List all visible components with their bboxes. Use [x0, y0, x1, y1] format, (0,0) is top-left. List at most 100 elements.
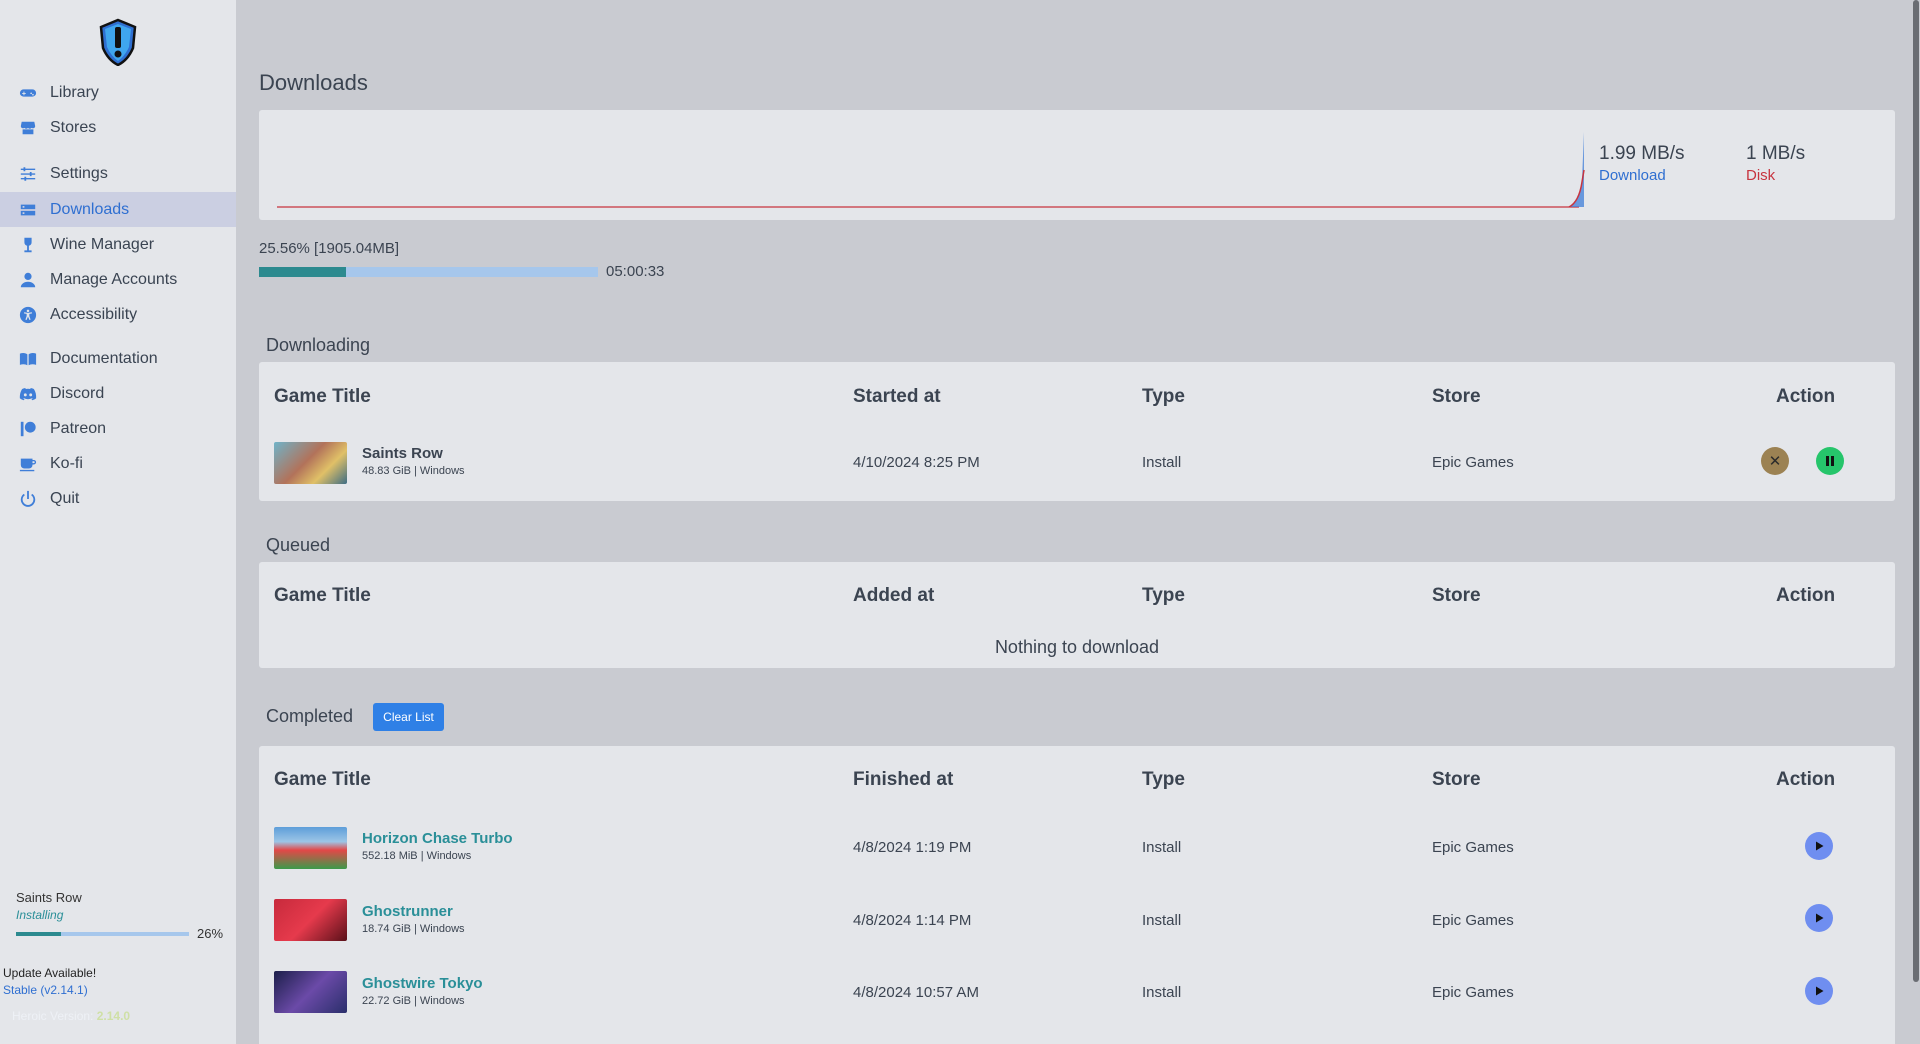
disk-speed-value: 1 MB/s	[1746, 143, 1806, 164]
downloading-section-title: Downloading	[266, 335, 371, 355]
col-action: Action	[1776, 585, 1836, 606]
queued-section-title: Queued	[266, 535, 331, 555]
downloading-table: Game Title Started at Type Store Action …	[259, 362, 1895, 501]
sidebar-item-settings[interactable]: Settings	[0, 156, 236, 191]
game-size-platform: 22.72 GiB | Windows	[362, 995, 465, 1007]
sidebar-item-patreon[interactable]: Patreon	[0, 411, 236, 446]
disk-speed-label: Disk	[1746, 167, 1776, 184]
store-value: Epic Games	[1432, 839, 1514, 856]
sidebar-item-stores[interactable]: Stores	[0, 110, 236, 145]
sidebar-item-label: Downloads	[50, 200, 130, 218]
discord-icon	[18, 384, 38, 404]
store-value: Epic Games	[1432, 454, 1514, 471]
horizon-chase-turbo-thumbnail	[274, 827, 347, 869]
play-button[interactable]	[1805, 977, 1833, 1005]
type-value: Install	[1142, 454, 1182, 471]
current-download-progress-fill	[16, 931, 61, 936]
col-store: Store	[1432, 769, 1481, 790]
col-action: Action	[1776, 386, 1836, 407]
update-link[interactable]: Stable (v2.14.1)	[3, 983, 88, 997]
sidebar-item-label: Patreon	[50, 419, 107, 437]
download-eta: 05:00:33	[606, 263, 665, 280]
disk-speed-stat: 1 MB/s Disk	[1746, 143, 1805, 184]
sidebar-item-label: Ko-fi	[50, 454, 83, 472]
game-title-link[interactable]: Ghostrunner	[362, 903, 453, 920]
download-progress-text: 25.56% [1905.04MB]	[259, 240, 400, 257]
play-icon	[1816, 913, 1824, 923]
type-value: Install	[1142, 984, 1182, 1001]
col-finished-at: Finished at	[853, 769, 954, 790]
pause-download-button[interactable]	[1816, 447, 1844, 475]
col-type: Type	[1142, 585, 1185, 606]
col-type: Type	[1142, 769, 1185, 790]
update-available-text: Update Available!	[3, 966, 97, 980]
sidebar-item-discord[interactable]: Discord	[0, 376, 236, 411]
pause-icon	[1826, 456, 1834, 466]
book-icon	[18, 349, 38, 369]
type-value: Install	[1142, 912, 1182, 929]
sidebar-item-label: Manage Accounts	[50, 270, 178, 288]
current-download-title: Saints Row	[16, 890, 82, 905]
cancel-download-button[interactable]: ✕	[1761, 447, 1789, 475]
type-value: Install	[1142, 839, 1182, 856]
store-value: Epic Games	[1432, 912, 1514, 929]
store-icon	[18, 118, 38, 138]
col-game-title: Game Title	[274, 769, 371, 790]
sidebar-item-documentation[interactable]: Documentation	[0, 341, 236, 376]
play-icon	[1816, 841, 1824, 851]
finished-at-value: 4/8/2024 10:57 AM	[853, 984, 979, 1001]
sidebar-item-label: Library	[50, 83, 99, 101]
sidebar-item-label: Discord	[50, 384, 105, 402]
sidebar-item-label: Wine Manager	[50, 235, 155, 253]
sidebar-item-label: Stores	[50, 118, 97, 136]
clear-list-button[interactable]: Clear List	[373, 703, 444, 731]
ghostrunner-thumbnail	[274, 899, 347, 941]
close-icon: ✕	[1768, 452, 1782, 470]
col-action: Action	[1776, 769, 1836, 790]
sidebar-item-label: Accessibility	[50, 305, 138, 323]
downloads-icon	[18, 200, 38, 220]
sliders-icon	[18, 164, 38, 184]
version-info: Heroic Version: 2.14.0	[12, 1009, 130, 1023]
sidebar-item-downloads[interactable]: Downloads	[0, 192, 236, 227]
col-added-at: Added at	[853, 585, 935, 606]
gamepad-icon	[18, 83, 38, 103]
download-graph-panel: 1.99 MB/s Download 1 MB/s Disk	[259, 110, 1895, 220]
game-size-platform: 18.74 GiB | Windows	[362, 923, 465, 935]
game-size-platform: 552.18 MiB | Windows	[362, 850, 472, 862]
scrollbar[interactable]	[1911, 0, 1920, 1044]
current-download-percent: 26%	[197, 926, 224, 941]
download-progress-fill	[259, 267, 346, 277]
download-speed-stat: 1.99 MB/s Download	[1599, 143, 1685, 184]
sidebar-item-label: Settings	[50, 164, 108, 182]
play-button[interactable]	[1805, 904, 1833, 932]
col-store: Store	[1432, 386, 1481, 407]
game-title-link[interactable]: Ghostwire Tokyo	[362, 975, 483, 992]
sidebar-item-quit[interactable]: Quit	[0, 481, 236, 516]
current-download-widget[interactable]: Saints Row Installing 26%	[16, 890, 226, 941]
sidebar-item-library[interactable]: Library	[0, 75, 236, 110]
sidebar-item-label: Quit	[50, 489, 80, 507]
coffee-icon	[18, 454, 38, 474]
sidebar-item-label: Documentation	[50, 349, 158, 367]
started-at-value: 4/10/2024 8:25 PM	[853, 454, 980, 471]
ghostwire-tokyo-thumbnail	[274, 971, 347, 1013]
user-icon	[18, 270, 38, 290]
heroic-logo[interactable]	[98, 18, 138, 66]
completed-section-title: Completed	[266, 706, 354, 726]
sidebar-item-kofi[interactable]: Ko-fi	[0, 446, 236, 481]
col-game-title: Game Title	[274, 386, 371, 407]
play-icon	[1816, 986, 1824, 996]
wine-icon	[18, 235, 38, 255]
patreon-icon	[18, 419, 38, 439]
download-progress-bar	[259, 267, 598, 277]
version-label: Heroic Version:	[12, 1009, 94, 1023]
col-store: Store	[1432, 585, 1481, 606]
sidebar-item-accessibility[interactable]: Accessibility	[0, 297, 236, 332]
sidebar-item-wine-manager[interactable]: Wine Manager	[0, 227, 236, 262]
version-value: 2.14.0	[96, 1009, 131, 1023]
game-title-link[interactable]: Horizon Chase Turbo	[362, 830, 513, 847]
scrollbar-thumb[interactable]	[1913, 0, 1919, 982]
sidebar-item-manage-accounts[interactable]: Manage Accounts	[0, 262, 236, 297]
play-button[interactable]	[1805, 832, 1833, 860]
